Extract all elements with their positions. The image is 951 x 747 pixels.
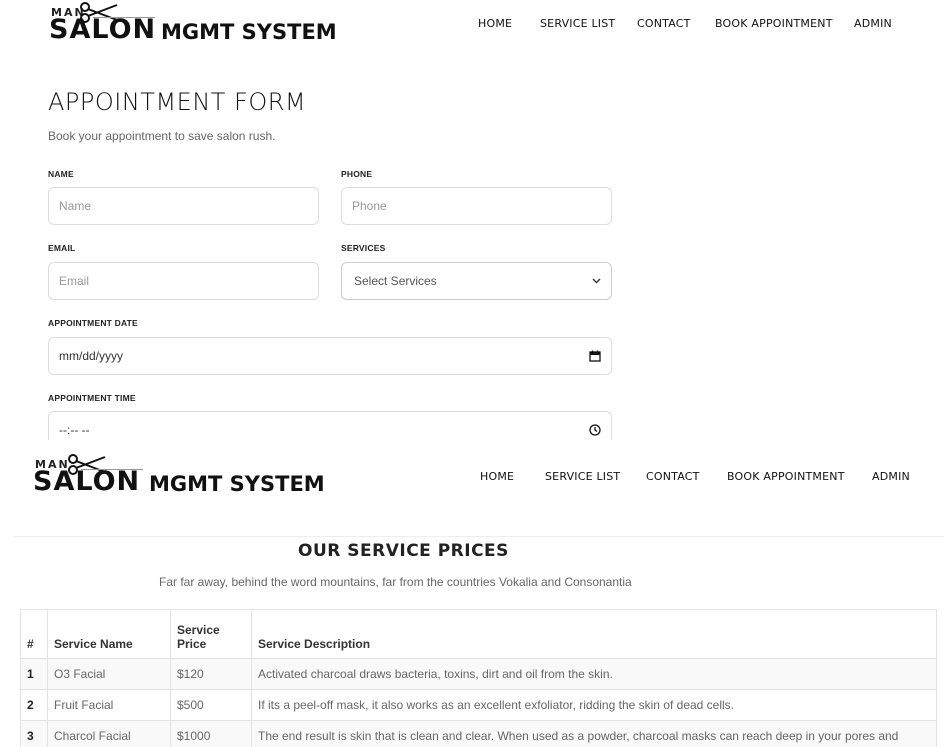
- name-label: NAME: [48, 169, 74, 179]
- form-title: APPOINTMENT FORM: [48, 88, 307, 116]
- row-service-price: $500: [170, 689, 252, 721]
- nav-contact[interactable]: CONTACT: [637, 17, 691, 30]
- table-row: 2 Fruit Facial $500 If its a peel-off ma…: [20, 689, 937, 721]
- nav-contact[interactable]: CONTACT: [646, 470, 700, 483]
- table-row: 3 Charcol Facial $1000 The end result is…: [20, 720, 937, 747]
- logo-mgmt-text: MGMT SYSTEM: [149, 472, 325, 496]
- row-service-name: O3 Facial: [47, 658, 171, 690]
- nav-book-appointment[interactable]: BOOK APPOINTMENT: [727, 470, 845, 483]
- calendar-icon[interactable]: [589, 350, 601, 362]
- col-header-price-line2: Price: [177, 637, 207, 651]
- name-input[interactable]: Name: [48, 187, 319, 225]
- appointment-time-input[interactable]: --:-- --: [48, 411, 612, 440]
- appointment-time-label: APPOINTMENT TIME: [48, 393, 136, 403]
- appointment-date-input[interactable]: mm/dd/yyyy: [48, 337, 612, 375]
- row-num: 1: [20, 658, 48, 690]
- site-logo[interactable]: MAN SALON MGMT SYSTEM: [33, 454, 333, 502]
- phone-input[interactable]: Phone: [341, 187, 612, 225]
- row-service-price: $120: [170, 658, 252, 690]
- site-logo[interactable]: MAN SALON MGMT SYSTEM: [49, 2, 339, 50]
- clock-icon[interactable]: [589, 424, 601, 436]
- table-header-row: # Service Name Service Price Service Des…: [20, 609, 937, 659]
- row-service-name: Fruit Facial: [47, 689, 171, 721]
- logo-mgmt-text: MGMT SYSTEM: [161, 20, 337, 44]
- services-selected-value: Select Services: [354, 274, 437, 288]
- services-select[interactable]: Select Services: [341, 262, 612, 300]
- row-service-description: The end result is skin that is clean and…: [251, 720, 937, 747]
- email-input[interactable]: Email: [48, 262, 319, 300]
- logo-salon-text: SALON: [49, 14, 157, 45]
- phone-label: PHONE: [341, 169, 373, 179]
- nav-book-appointment[interactable]: BOOK APPOINTMENT: [715, 17, 833, 30]
- appointment-date-label: APPOINTMENT DATE: [48, 318, 138, 328]
- row-service-price: $1000: [170, 720, 252, 747]
- name-placeholder: Name: [59, 199, 92, 213]
- logo-salon-text: SALON: [33, 466, 141, 497]
- table-row: 1 O3 Facial $120 Activated charcoal draw…: [20, 658, 937, 690]
- time-placeholder: --:-- --: [59, 423, 90, 437]
- phone-placeholder: Phone: [352, 199, 387, 213]
- date-placeholder: mm/dd/yyyy: [59, 349, 124, 363]
- row-service-description: Activated charcoal draws bacteria, toxin…: [251, 658, 937, 690]
- email-placeholder: Email: [59, 274, 90, 288]
- col-header-price-line1: Service: [177, 623, 220, 637]
- nav-home[interactable]: HOME: [478, 17, 512, 30]
- row-num: 3: [20, 720, 48, 747]
- col-header-service-description: Service Description: [251, 609, 937, 659]
- service-list-page-screenshot: MAN SALON MGMT SYSTEM HOME SERVICE LIST …: [0, 440, 951, 747]
- services-title: OUR SERVICE PRICES: [298, 541, 509, 561]
- appointment-page-screenshot: MAN SALON MGMT SYSTEM HOME SERVICE LIST …: [0, 0, 951, 440]
- service-price-table: # Service Name Service Price Service Des…: [20, 609, 937, 747]
- nav-home[interactable]: HOME: [480, 470, 514, 483]
- chevron-down-icon: [592, 278, 601, 284]
- col-header-num: #: [20, 609, 48, 659]
- row-service-name: Charcol Facial: [47, 720, 171, 747]
- nav-admin[interactable]: ADMIN: [854, 17, 892, 30]
- row-num: 2: [20, 689, 48, 721]
- services-label: SERVICES: [341, 243, 386, 253]
- nav-service-list[interactable]: SERVICE LIST: [540, 17, 615, 30]
- email-label: EMAIL: [48, 243, 76, 253]
- services-subtitle: Far far away, behind the word mountains,…: [159, 575, 632, 589]
- nav-admin[interactable]: ADMIN: [872, 470, 910, 483]
- col-header-service-price: Service Price: [170, 609, 252, 659]
- form-subtitle: Book your appointment to save salon rush…: [48, 129, 276, 143]
- col-header-service-name: Service Name: [47, 609, 171, 659]
- header-divider: [14, 536, 944, 537]
- row-service-description: If its a peel-off mask, it also works as…: [251, 689, 937, 721]
- nav-service-list[interactable]: SERVICE LIST: [545, 470, 620, 483]
